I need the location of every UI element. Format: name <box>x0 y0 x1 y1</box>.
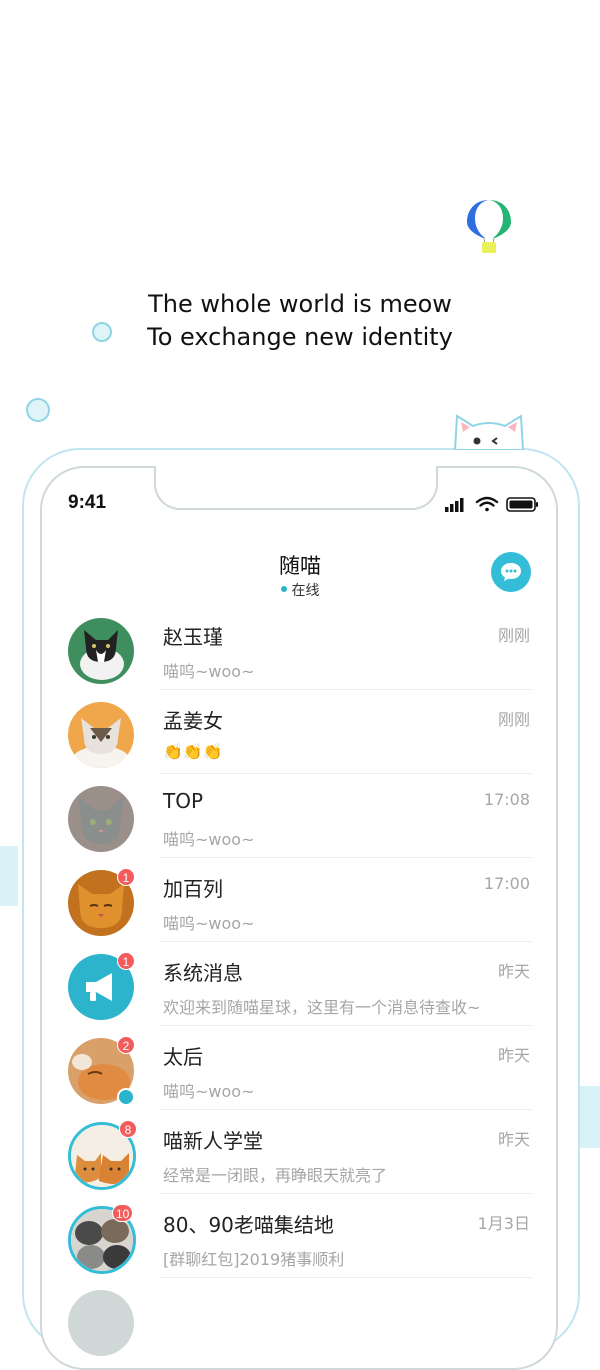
conversation-row[interactable]: 孟姜女 👏👏👏 刚刚 <box>0 690 600 774</box>
conversation-preview: 👏👏👏 <box>163 742 223 761</box>
conversation-row[interactable] <box>0 1278 600 1362</box>
new-chat-button[interactable] <box>491 552 531 592</box>
hot-air-balloon-icon <box>467 200 511 253</box>
conversation-time: 17:00 <box>483 874 530 893</box>
conversation-row[interactable]: 8 喵新人学堂 经常是一闭眼，再睁眼天就亮了 昨天 <box>0 1110 600 1194</box>
conversation-row[interactable]: 2 太后 喵呜~woo~ 昨天 <box>0 1026 600 1110</box>
unread-badge: 10 <box>112 1204 134 1222</box>
status-bar-time: 9:41 <box>68 492 107 513</box>
online-status-label: 在线 <box>291 583 320 599</box>
conversation-row[interactable]: 赵玉瑾 喵呜~woo~ 刚刚 <box>0 606 600 690</box>
unread-badge: 2 <box>117 1036 135 1054</box>
conversation-name: 孟姜女 <box>163 709 223 733</box>
phone-notch <box>154 466 438 510</box>
status-bar-icons <box>445 496 538 512</box>
online-dot-icon <box>280 586 287 592</box>
conversation-row[interactable]: 10 80、90老喵集结地 [群聊红包]2019猪事顺利 1月3日 <box>0 1194 600 1278</box>
tagline-line-1: The whole world is meow <box>148 290 452 318</box>
conversation-row[interactable]: 1 系统消息 欢迎来到随喵星球，这里有一个消息待查收~ 昨天 <box>0 942 600 1026</box>
conversation-row[interactable]: 1 加百列 喵呜~woo~ 17:00 <box>0 858 600 942</box>
conversation-time: 昨天 <box>497 962 530 981</box>
avatar <box>68 786 134 852</box>
wifi-icon <box>475 496 499 512</box>
bubble-decoration <box>26 398 50 422</box>
paw-icon <box>117 1088 135 1106</box>
avatar <box>68 618 134 684</box>
conversation-preview: 喵呜~woo~ <box>163 830 255 849</box>
conversation-preview: 喵呜~woo~ <box>163 914 255 933</box>
cat-head-icon <box>453 414 525 450</box>
conversation-preview: 喵呜~woo~ <box>163 662 255 681</box>
chat-bubble-icon <box>501 563 521 581</box>
conversation-preview: 欢迎来到随喵星球，这里有一个消息待查收~ <box>163 998 481 1017</box>
conversation-name: 赵玉瑾 <box>163 625 223 649</box>
unread-badge: 1 <box>117 952 135 970</box>
conversation-name: TOP <box>163 789 204 813</box>
conversation-time: 刚刚 <box>497 710 530 729</box>
tagline-line-2: To exchange new identity <box>147 323 453 351</box>
conversation-preview: 经常是一闭眼，再睁眼天就亮了 <box>163 1166 388 1185</box>
battery-icon <box>506 497 538 512</box>
conversation-preview: 喵呜~woo~ <box>163 1082 255 1101</box>
conversation-time: 昨天 <box>497 1130 530 1149</box>
conversation-name: 系统消息 <box>163 961 243 985</box>
conversation-name: 80、90老喵集结地 <box>163 1213 334 1237</box>
signal-icon <box>445 498 464 512</box>
unread-badge: 1 <box>117 868 135 886</box>
conversation-time: 1月3日 <box>477 1214 530 1233</box>
conversation-name: 加百列 <box>163 877 223 901</box>
conversation-time: 刚刚 <box>497 626 530 645</box>
avatar <box>68 702 134 768</box>
conversation-name: 喵新人学堂 <box>163 1129 263 1153</box>
conversation-time: 17:08 <box>483 790 530 809</box>
conversation-name: 太后 <box>163 1045 203 1069</box>
conversation-preview: [群聊红包]2019猪事顺利 <box>163 1250 345 1269</box>
bubble-decoration <box>92 322 112 342</box>
avatar <box>68 1290 134 1356</box>
unread-badge: 8 <box>119 1120 137 1138</box>
conversation-time: 昨天 <box>497 1046 530 1065</box>
conversation-row[interactable]: TOP 喵呜~woo~ 17:08 <box>0 774 600 858</box>
